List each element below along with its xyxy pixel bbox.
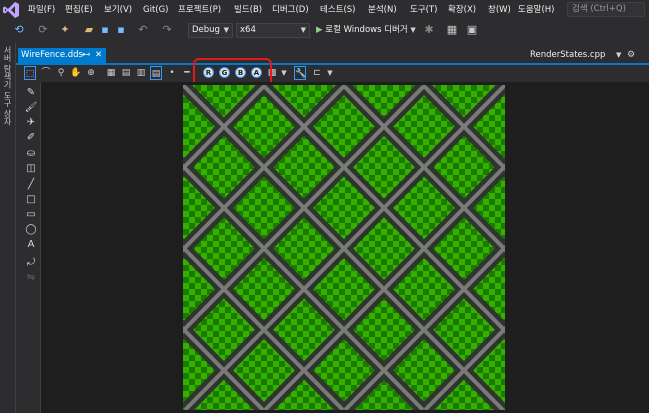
forward-icon[interactable]: ⟳ [36,23,50,37]
side-panel-label[interactable]: 서버 탐색기 도구 상자 [2,46,13,126]
gear-icon[interactable]: ⚙ [627,48,635,63]
fill-bucket-icon[interactable]: ⛀ [24,147,38,161]
brush-icon[interactable]: 🖌 [24,101,38,115]
menu-project[interactable]: 프로젝트(P) [178,3,221,17]
save-all-icon[interactable]: ▪ [114,23,128,37]
start-debugger-button[interactable]: ▶ 로컬 Windows 디버거 ▼ [316,23,416,38]
grid-icon[interactable]: ▦ [105,66,117,80]
new-project-icon[interactable]: ✦ [58,23,72,37]
undo-icon[interactable]: ↶ [136,23,150,37]
pin-icon[interactable]: ⊷ [82,48,91,63]
chevron-down-icon[interactable]: ▼ [278,66,290,80]
menu-window[interactable]: 창(W) [488,3,511,17]
rounded-rectangle-icon[interactable]: ▭ [24,208,38,222]
tab-label: WireFence.dds [21,50,83,60]
close-icon[interactable]: ✕ [95,48,102,63]
point-icon[interactable]: • [166,66,178,80]
select-tool-icon[interactable]: ⬚ [24,66,36,80]
chevron-down-icon: ▼ [300,26,306,34]
tab-wirefence[interactable]: WireFence.dds ⊷ ✕ [18,48,106,63]
chevron-down-icon: ▼ [410,26,416,34]
configuration-combo[interactable]: Debug ▼ [188,23,233,38]
eraser-icon[interactable]: ◫ [24,162,38,176]
lasso-icon[interactable]: ⌒ [40,66,52,80]
redo-icon[interactable]: ↷ [160,23,174,37]
start-debugger-label: 로컬 Windows 디버거 [325,25,408,35]
properties-wrench-icon[interactable]: 🔧 [294,66,306,80]
pan-hand-icon[interactable]: ✋ [70,66,82,80]
flip-icon[interactable]: ⇋ [24,271,38,285]
tab-renderstates[interactable]: RenderStates.cpp [530,48,605,63]
menu-view[interactable]: 보기(V) [104,3,132,17]
ellipse-icon[interactable]: ◯ [24,223,38,237]
chevron-down-icon[interactable]: ▼ [324,66,336,80]
mip-icon[interactable]: ▤ [120,66,132,80]
platform-value: x64 [240,25,256,35]
menu-git[interactable]: Git(G) [143,3,169,17]
diagnostics-icon[interactable]: ▦ [445,23,459,37]
wire-fence-texture-image[interactable] [183,85,505,410]
menu-extensions[interactable]: 확장(X) [448,3,476,17]
line-icon[interactable]: ╱ [24,178,38,192]
line-tool-icon[interactable]: ━ [181,66,193,80]
frame-icon[interactable]: ▥ [135,66,147,80]
rectangle-icon[interactable]: □ [24,193,38,207]
text-icon[interactable]: A [24,238,38,252]
zoom-icon[interactable]: ⊕ [85,66,97,80]
screenshot-icon[interactable]: ▣ [465,23,479,37]
airbrush-icon[interactable]: ✈ [24,116,38,130]
menu-help[interactable]: 도움말(H) [518,3,554,17]
menu-build[interactable]: 빌드(B) [234,3,262,17]
visual-studio-logo-icon[interactable] [2,1,20,19]
rotate-icon[interactable]: ⤾ [24,256,38,270]
filter-icon[interactable]: ⊏ [311,66,323,80]
platform-combo[interactable]: x64 ▼ [236,23,310,38]
back-icon[interactable]: ⟲ [12,23,26,37]
configuration-value: Debug [192,25,220,35]
tab-overflow-icon[interactable]: ▼ [616,48,621,63]
menu-test[interactable]: 테스트(S) [320,3,356,17]
menu-file[interactable]: 파일(F) [28,3,55,17]
menu-analyze[interactable]: 분석(N) [368,3,397,17]
chevron-down-icon: ▼ [223,26,229,34]
menu-edit[interactable]: 편집(E) [65,3,93,17]
play-icon: ▶ [316,25,323,35]
menu-debug[interactable]: 디버그(D) [272,3,309,17]
save-icon[interactable]: ▪ [98,23,112,37]
open-folder-icon[interactable]: ▰ [82,23,96,37]
menu-tools[interactable]: 도구(T) [410,3,437,17]
magic-wand-icon[interactable]: ⚲ [55,66,67,80]
eyedropper-icon[interactable]: ✐ [24,131,38,145]
search-input[interactable]: 검색 (Ctrl+Q) [567,2,645,17]
hot-reload-icon[interactable]: ✱ [422,23,436,37]
pencil-icon[interactable]: ✎ [24,86,38,100]
background-icon[interactable]: ▤ [150,66,162,80]
